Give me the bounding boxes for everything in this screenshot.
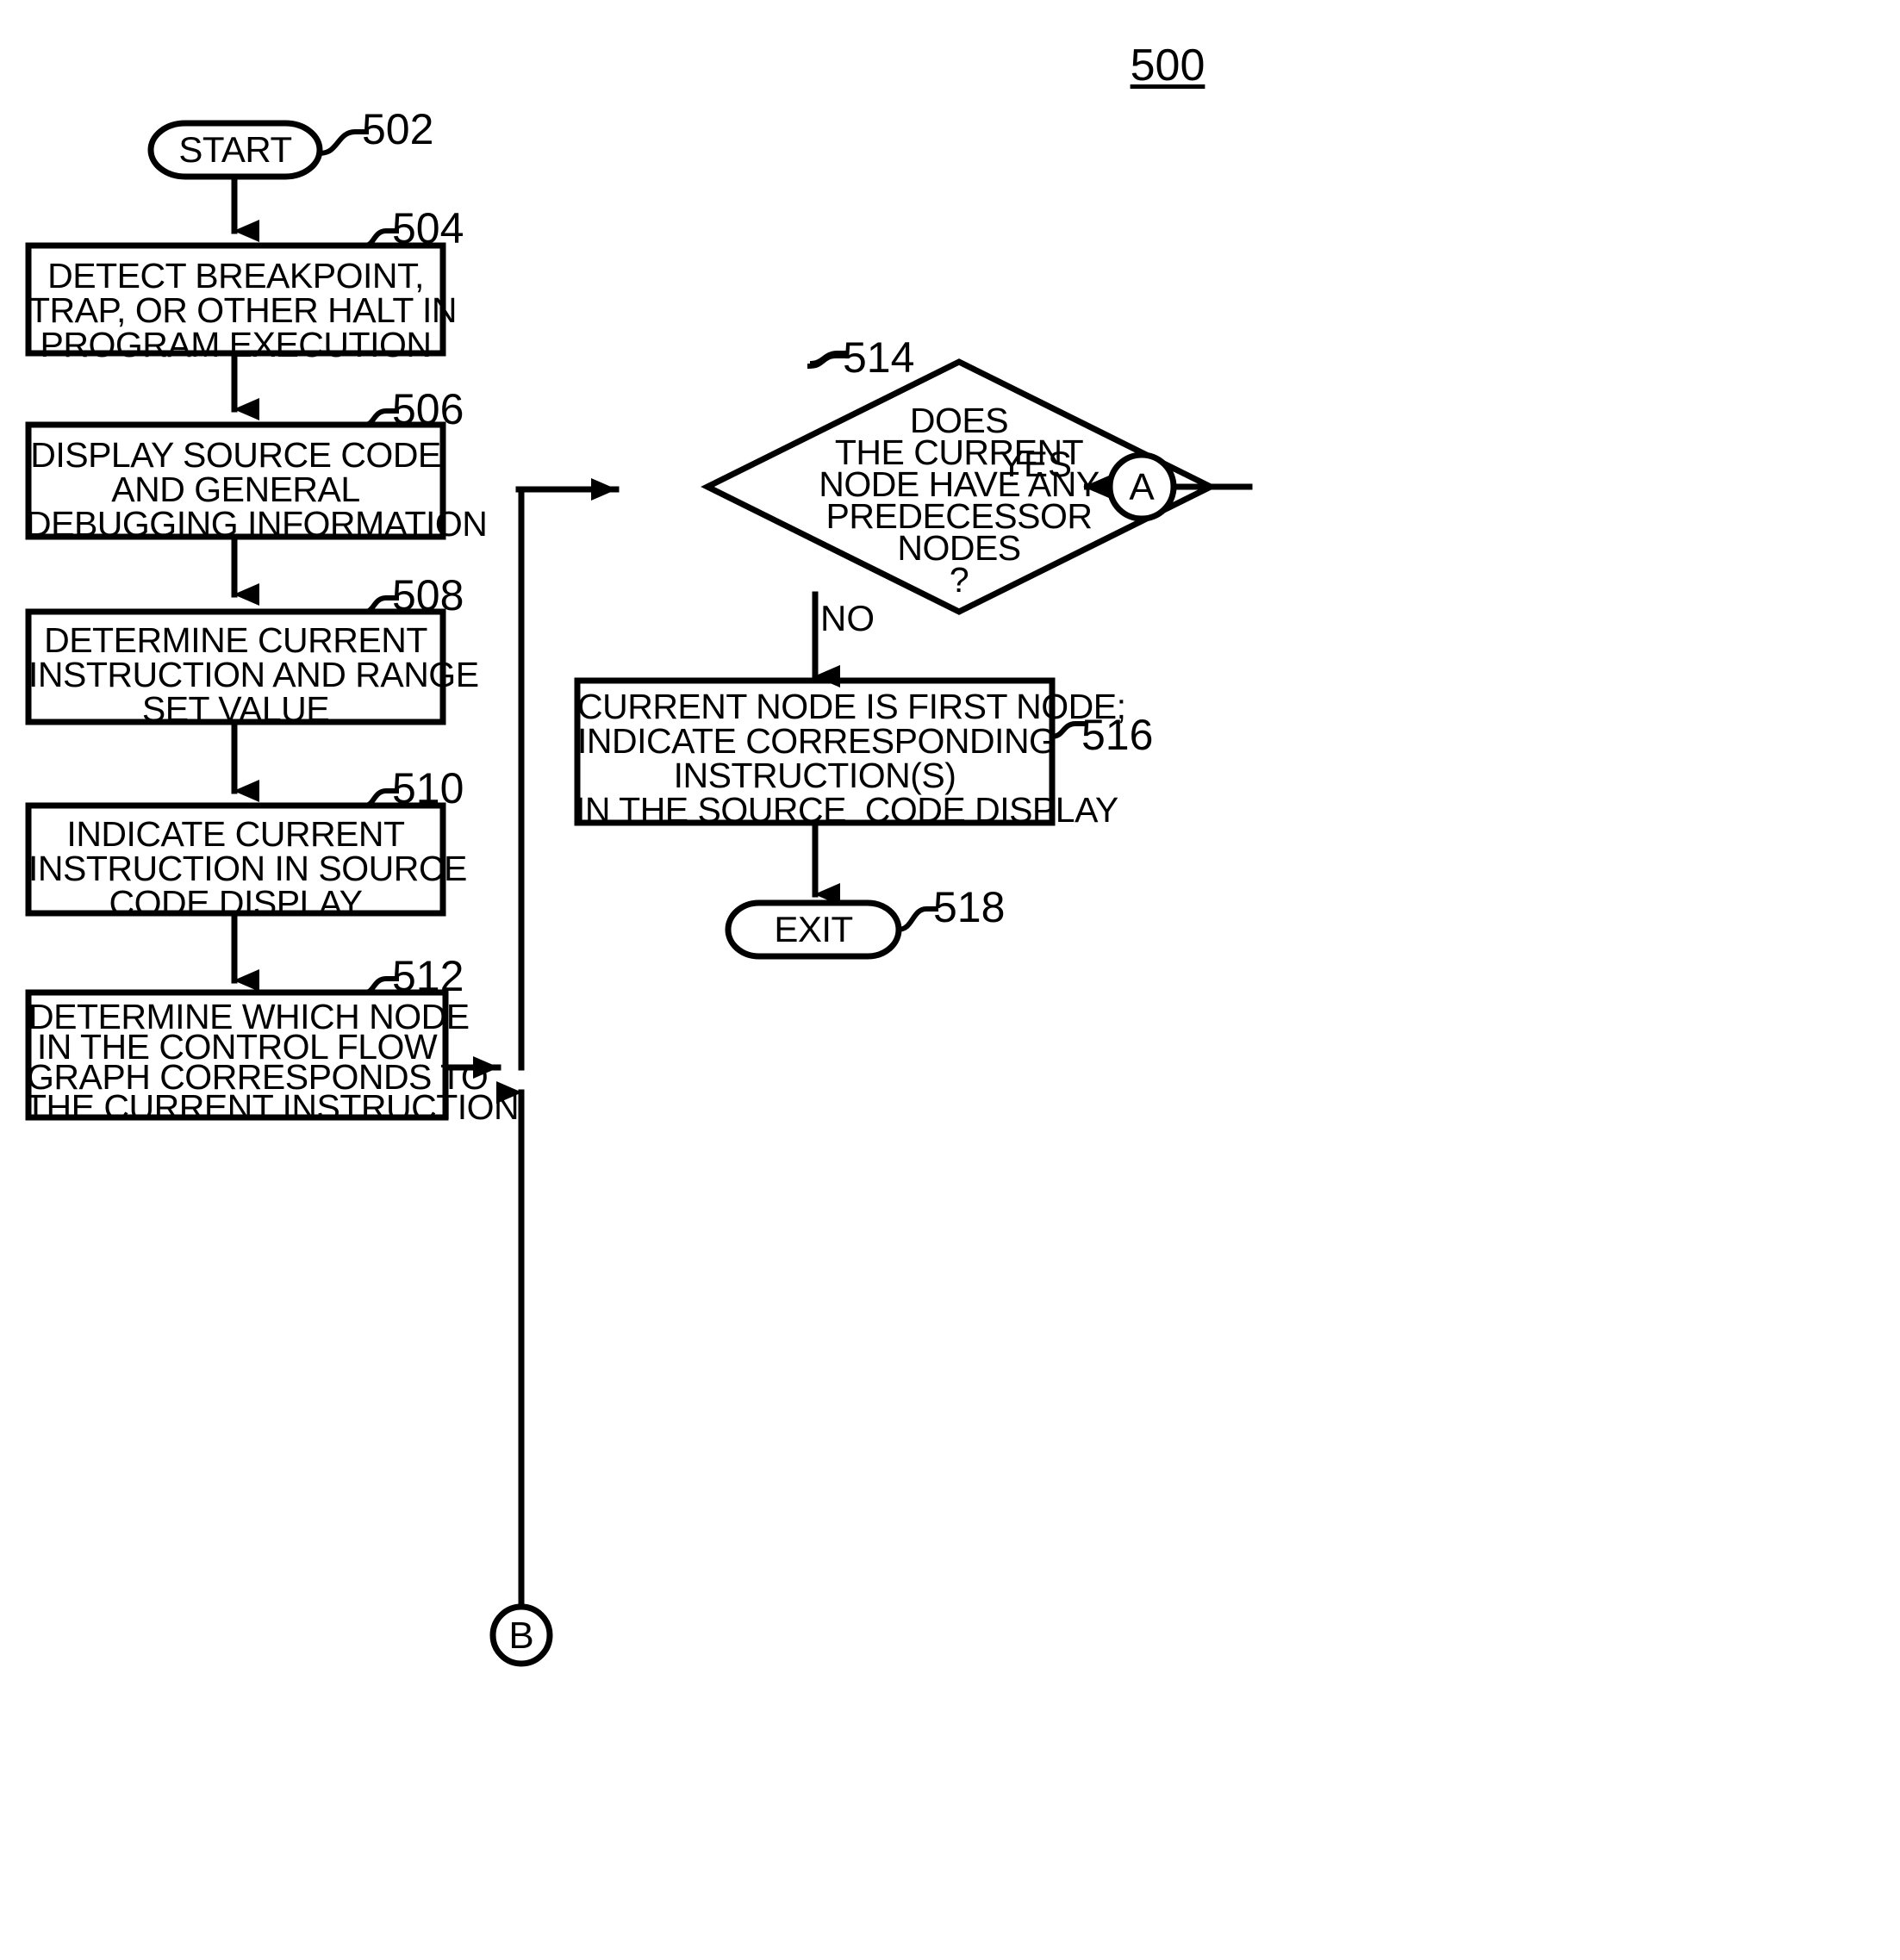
- start-terminator-label: START: [178, 129, 292, 170]
- process-box-508-line-2: INSTRUCTION AND RANGE: [28, 655, 479, 694]
- ref-number-506: 506: [392, 385, 464, 433]
- ref-number-516: 516: [1081, 711, 1154, 759]
- process-box-506-line-3: DEBUGGING INFORMATION: [26, 504, 488, 544]
- ref-number-514: 514: [843, 333, 915, 382]
- process-box-504-line-3: PROGRAM EXECUTION: [40, 325, 432, 364]
- flowchart-canvas: 500 START 502 DETECT BREAKPOINT, TRAP, O…: [0, 0, 1900, 1960]
- process-box-516-line-3: INSTRUCTION(S): [673, 756, 956, 795]
- ref-number-510: 510: [392, 764, 464, 812]
- process-box-510-line-3: CODE DISPLAY: [109, 883, 364, 923]
- exit-terminator-label: EXIT: [774, 909, 853, 949]
- process-box-512-line-4: THE CURRENT INSTRUCTION: [25, 1087, 520, 1127]
- process-box-504-line-2: TRAP, OR OTHER HALT IN: [28, 290, 458, 330]
- ref-number-518: 518: [933, 883, 1006, 931]
- process-box-506-line-1: DISPLAY SOURCE CODE: [30, 435, 441, 475]
- ref-number-504: 504: [392, 204, 464, 252]
- process-box-516-line-1: CURRENT NODE IS FIRST NODE;: [577, 687, 1126, 726]
- process-box-516-line-2: INDICATE CORRESPONDING: [577, 721, 1056, 761]
- connector-b-label: B: [508, 1615, 534, 1657]
- process-box-504-line-1: DETECT BREAKPOINT,: [47, 256, 424, 296]
- process-box-508-line-1: DETERMINE CURRENT: [44, 620, 427, 660]
- decision-no-label: NO: [820, 598, 875, 638]
- decision-yes-label: YES: [1000, 444, 1073, 484]
- process-box-516-line-4: IN THE SOURCE CODE DISPLAY: [576, 790, 1118, 830]
- decision-514-line-6: ?: [949, 560, 969, 600]
- figure-title: 500: [1130, 40, 1205, 90]
- ref-number-502: 502: [362, 105, 434, 153]
- ref-number-508: 508: [392, 571, 464, 619]
- process-box-510-line-2: INSTRUCTION IN SOURCE: [28, 849, 467, 888]
- process-box-510-line-1: INDICATE CURRENT: [66, 814, 405, 854]
- connector-a-label: A: [1129, 466, 1155, 508]
- process-box-508-line-3: SET VALUE: [141, 689, 330, 729]
- process-box-506-line-2: AND GENERAL: [111, 470, 360, 509]
- ref-number-512: 512: [392, 952, 464, 1000]
